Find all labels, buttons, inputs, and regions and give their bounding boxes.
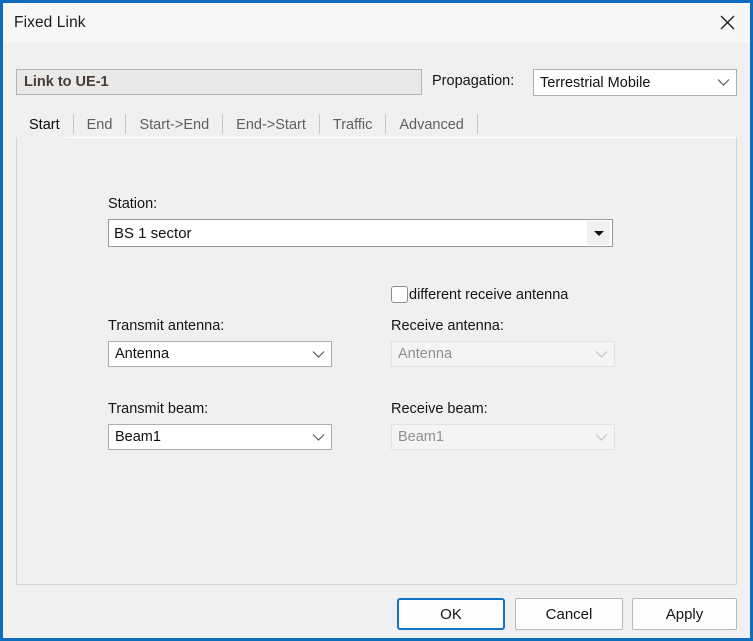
link-name-field: Link to UE-1 (16, 69, 422, 95)
transmit-beam-value: Beam1 (115, 429, 161, 445)
propagation-value: Terrestrial Mobile (540, 74, 651, 91)
receive-antenna-dropdown: Antenna (391, 341, 615, 367)
chevron-down-icon (305, 433, 331, 442)
propagation-dropdown[interactable]: Terrestrial Mobile (533, 69, 737, 96)
tab-strip: Start End Start->End End->Start Traffic … (16, 111, 478, 138)
chevron-down-icon (588, 433, 614, 442)
station-label: Station: (108, 196, 158, 212)
chevron-down-icon (305, 350, 331, 359)
apply-button[interactable]: Apply (632, 598, 737, 630)
triangle-down-icon (593, 230, 604, 236)
active-tab-notch (17, 136, 65, 138)
tab-end-label: End (86, 116, 113, 133)
transmit-beam-label: Transmit beam: (108, 401, 209, 417)
transmit-antenna-label: Transmit antenna: (108, 318, 225, 334)
tab-end-to-start[interactable]: End->Start (223, 111, 319, 138)
fixed-link-dialog: Fixed Link Link to UE-1 Propagation: Ter… (0, 0, 753, 641)
cancel-button[interactable]: Cancel (515, 598, 623, 630)
transmit-beam-dropdown[interactable]: Beam1 (108, 424, 332, 450)
station-value: BS 1 sector (114, 224, 192, 242)
tab-start-to-end-label: Start->End (139, 116, 210, 133)
propagation-label: Propagation: (432, 73, 515, 89)
tab-end-to-start-label: End->Start (236, 116, 306, 133)
receive-beam-dropdown: Beam1 (391, 424, 615, 450)
chevron-down-icon (588, 350, 614, 359)
close-button[interactable] (704, 3, 750, 42)
different-receive-antenna-row[interactable]: different receive antenna (391, 286, 568, 303)
close-icon (720, 15, 735, 30)
transmit-antenna-dropdown[interactable]: Antenna (108, 341, 332, 367)
transmit-antenna-value: Antenna (115, 346, 170, 362)
tab-start-label: Start (29, 116, 60, 133)
receive-antenna-value: Antenna (398, 346, 453, 362)
receive-beam-value: Beam1 (398, 429, 444, 445)
tab-start-to-end[interactable]: Start->End (126, 111, 222, 138)
tab-start[interactable]: Start (16, 111, 73, 138)
title-bar: Fixed Link (3, 3, 750, 44)
tab-advanced-label: Advanced (399, 116, 464, 133)
station-dropdown-arrow-button[interactable] (587, 221, 610, 245)
different-receive-antenna-checkbox[interactable] (391, 286, 408, 303)
tab-traffic-label: Traffic (332, 116, 373, 133)
receive-beam-label: Receive beam: (391, 401, 488, 417)
station-dropdown[interactable]: BS 1 sector (108, 219, 613, 247)
chevron-down-icon (710, 78, 736, 87)
tab-separator (476, 114, 478, 134)
tab-traffic[interactable]: Traffic (320, 111, 385, 138)
tab-end[interactable]: End (74, 111, 126, 138)
receive-antenna-label: Receive antenna: (391, 318, 504, 334)
tab-advanced[interactable]: Advanced (386, 111, 477, 138)
window-title: Fixed Link (14, 14, 86, 31)
ok-button[interactable]: OK (397, 598, 505, 630)
different-receive-antenna-label: different receive antenna (409, 286, 569, 303)
